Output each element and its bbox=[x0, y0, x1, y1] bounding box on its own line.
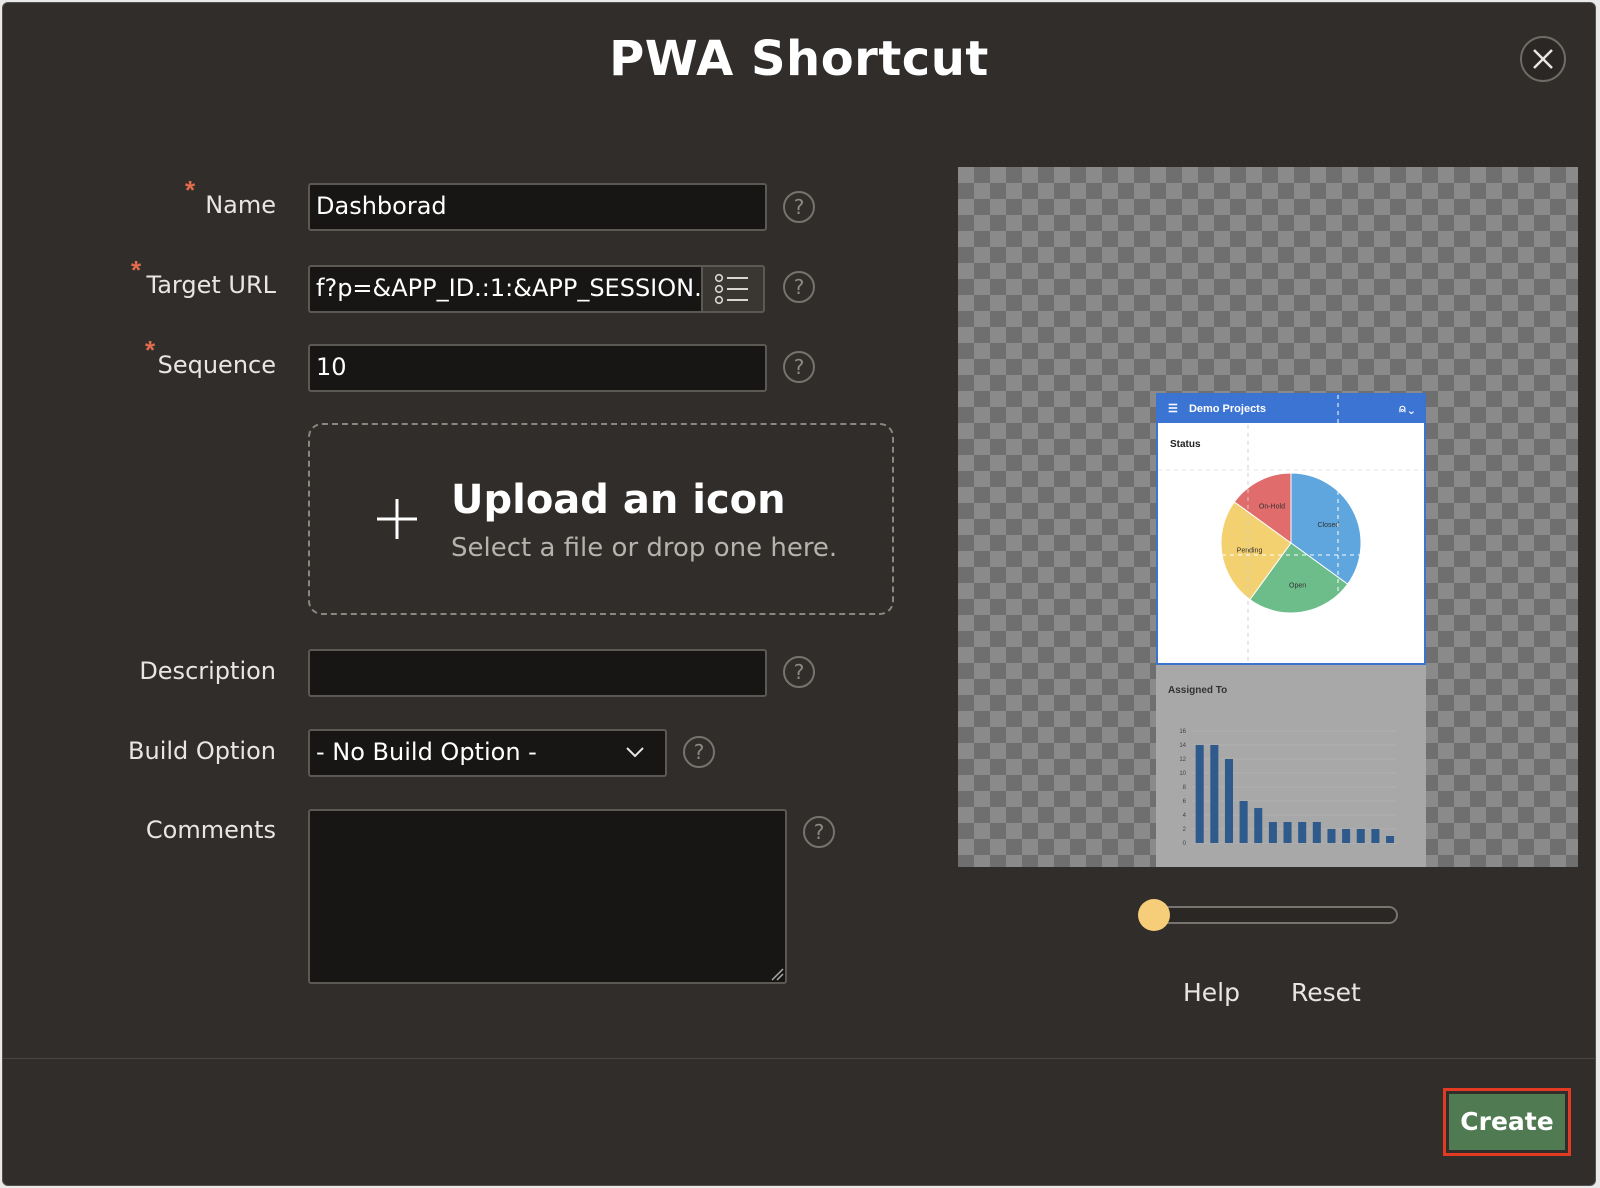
bar bbox=[1239, 801, 1248, 843]
bar bbox=[1195, 745, 1204, 843]
close-icon bbox=[1533, 49, 1553, 69]
target-url-help-icon[interactable]: ? bbox=[783, 271, 815, 303]
dialog-title: PWA Shortcut bbox=[609, 31, 989, 87]
assigned-bar-chart: 0 2 4 6 8 10 12 14 16 bbox=[1179, 729, 1397, 847]
y-tick-label: 12 bbox=[1179, 757, 1186, 763]
sequence-input[interactable]: 10 bbox=[308, 344, 767, 392]
upload-subtitle: Select a file or drop one here. bbox=[451, 533, 838, 563]
bar bbox=[1342, 829, 1351, 843]
comments-help-icon[interactable]: ? bbox=[803, 816, 835, 848]
target-url-input[interactable]: f?p=&APP_ID.:1:&APP_SESSION.::&DEBUG.::: bbox=[308, 265, 703, 313]
pwa-shortcut-dialog: PWA Shortcut * Name Dashborad ? * Target… bbox=[2, 2, 1596, 1186]
y-tick-label: 8 bbox=[1183, 785, 1187, 791]
app-screenshot-preview: ☰ Demo Projects ⍝ ⌄ Status Closed Open Pen… bbox=[1156, 393, 1426, 867]
list-of-values-button[interactable] bbox=[701, 265, 765, 313]
comments-label: Comments bbox=[145, 816, 276, 844]
bar bbox=[1268, 822, 1277, 843]
bar bbox=[1371, 829, 1380, 843]
footer-divider bbox=[3, 1058, 1595, 1059]
bar bbox=[1283, 822, 1292, 843]
bar bbox=[1327, 829, 1336, 843]
target-url-label: Target URL bbox=[146, 271, 277, 299]
sequence-help-icon[interactable]: ? bbox=[783, 351, 815, 383]
build-option-help-icon[interactable]: ? bbox=[683, 736, 715, 768]
close-button[interactable] bbox=[1520, 36, 1566, 82]
y-tick-label: 16 bbox=[1179, 729, 1186, 735]
build-option-value: - No Build Option - bbox=[316, 738, 537, 766]
bar bbox=[1210, 745, 1219, 843]
bar bbox=[1298, 822, 1307, 843]
icon-upload-dropzone[interactable]: Upload an icon Select a file or drop one… bbox=[308, 423, 894, 615]
reset-button[interactable]: Reset bbox=[1291, 978, 1361, 1007]
bar bbox=[1224, 759, 1233, 843]
help-button[interactable]: Help bbox=[1183, 978, 1240, 1007]
description-help-icon[interactable]: ? bbox=[783, 656, 815, 688]
sequence-label: Sequence bbox=[157, 351, 276, 379]
upload-title: Upload an icon bbox=[451, 477, 786, 523]
bar bbox=[1254, 808, 1263, 843]
resize-handle-icon[interactable] bbox=[770, 967, 784, 981]
description-label: Description bbox=[139, 657, 276, 685]
list-icon bbox=[714, 273, 748, 305]
y-tick-label: 10 bbox=[1179, 771, 1186, 777]
bar bbox=[1386, 836, 1395, 843]
y-tick-label: 2 bbox=[1183, 827, 1187, 833]
bar bbox=[1356, 829, 1365, 843]
crop-area[interactable]: ☰ Demo Projects ⍝ ⌄ Status Closed Open Pen… bbox=[1156, 393, 1426, 665]
create-button[interactable]: Create bbox=[1449, 1094, 1565, 1150]
build-option-label: Build Option bbox=[128, 737, 276, 765]
create-button-highlight: Create bbox=[1443, 1088, 1571, 1156]
crop-guides bbox=[1158, 395, 1424, 665]
y-tick-label: 14 bbox=[1179, 743, 1186, 749]
y-tick-label: 4 bbox=[1183, 813, 1187, 819]
name-help-icon[interactable]: ? bbox=[783, 191, 815, 223]
name-label: Name bbox=[205, 191, 276, 219]
icon-preview-cropper[interactable]: ☰ Demo Projects ⍝ ⌄ Status Closed Open Pen… bbox=[958, 167, 1578, 867]
name-input[interactable]: Dashborad bbox=[308, 183, 767, 231]
zoom-slider-thumb[interactable] bbox=[1138, 899, 1170, 931]
description-input[interactable] bbox=[308, 649, 767, 697]
comments-textarea[interactable] bbox=[308, 809, 787, 984]
zoom-slider-track[interactable] bbox=[1148, 906, 1398, 924]
y-tick-label: 6 bbox=[1183, 799, 1187, 805]
plus-icon bbox=[377, 499, 417, 539]
build-option-select[interactable]: - No Build Option - bbox=[308, 729, 667, 777]
y-tick-label: 0 bbox=[1183, 841, 1187, 847]
bar bbox=[1312, 822, 1321, 843]
chevron-down-icon bbox=[626, 747, 644, 758]
